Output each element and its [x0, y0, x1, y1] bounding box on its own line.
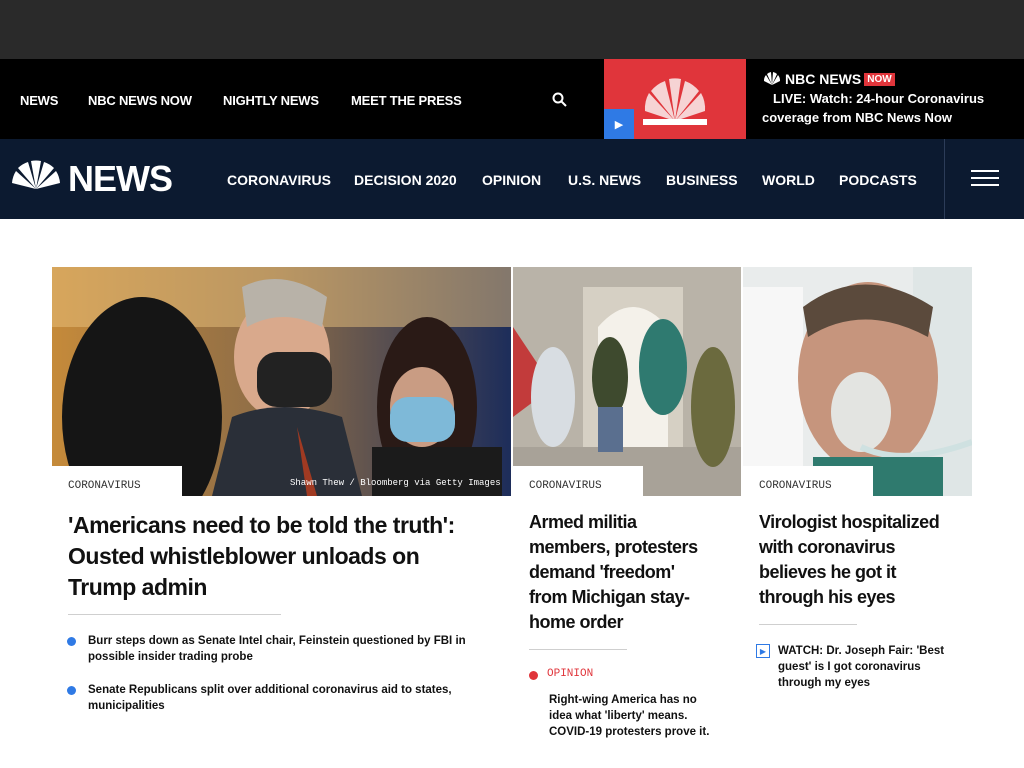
- opinion-tag[interactable]: OPINION: [547, 668, 593, 680]
- second-headline-line2[interactable]: members, protesters: [529, 535, 729, 560]
- third-related-line1[interactable]: WATCH: Dr. Joseph Fair: 'Best: [778, 643, 958, 659]
- second-story-category-tag[interactable]: CORONAVIRUS: [513, 466, 643, 496]
- live-stream-promo[interactable]: NBC NEWS NOW LIVE: Watch: 24-hour Corona…: [762, 71, 1012, 127]
- third-headline-line2[interactable]: with coronavirus: [759, 535, 969, 560]
- lead-headline-line2[interactable]: Ousted whistleblower unloads on: [68, 541, 488, 572]
- subnav-nightly-news-link[interactable]: NIGHTLY NEWS: [223, 93, 319, 108]
- menu-icon[interactable]: [971, 164, 999, 192]
- related-bullet-icon: [67, 637, 76, 646]
- second-related-line3[interactable]: COVID-19 protesters prove it.: [549, 724, 739, 740]
- lead-story-headline[interactable]: 'Americans need to be told the truth': O…: [68, 510, 488, 603]
- peacock-logo-icon: [10, 158, 62, 200]
- nav-opinion[interactable]: OPINION: [482, 172, 541, 188]
- third-related-item[interactable]: WATCH: Dr. Joseph Fair: 'Best guest' is …: [778, 643, 958, 691]
- opinion-bullet-icon: [529, 671, 538, 680]
- nav-podcasts[interactable]: PODCASTS: [839, 172, 917, 188]
- nbc-news-logo[interactable]: NEWS: [10, 158, 173, 199]
- second-related-line2[interactable]: idea what 'liberty' means.: [549, 708, 739, 724]
- third-headline-line1[interactable]: Virologist hospitalized: [759, 510, 969, 535]
- lead-divider: [68, 614, 281, 615]
- second-related-item[interactable]: Right-wing America has no idea what 'lib…: [549, 692, 739, 740]
- lead-headline-line3[interactable]: Trump admin: [68, 572, 488, 603]
- third-related-line3[interactable]: through my eyes: [778, 675, 958, 691]
- second-story-headline[interactable]: Armed militia members, protesters demand…: [529, 510, 729, 635]
- subnav-news-link[interactable]: NEWS: [20, 93, 58, 108]
- nbc-news-brand: NBC NEWS: [785, 71, 862, 87]
- video-play-icon[interactable]: ▶: [756, 644, 770, 658]
- third-divider: [759, 624, 857, 625]
- related-2-line1[interactable]: Senate Republicans split over additional…: [88, 682, 498, 698]
- third-story-headline[interactable]: Virologist hospitalized with coronavirus…: [759, 510, 969, 610]
- search-icon[interactable]: [552, 92, 567, 107]
- second-headline-line4[interactable]: from Michigan stay-: [529, 585, 729, 610]
- third-story-category-tag[interactable]: CORONAVIRUS: [743, 466, 873, 496]
- lead-photo-credit: Shawn Thew / Bloomberg via Getty Images: [290, 478, 501, 488]
- third-headline-line4[interactable]: through his eyes: [759, 585, 969, 610]
- nav-world[interactable]: WORLD: [762, 172, 815, 188]
- second-story-image[interactable]: [513, 267, 741, 496]
- browser-top-bar: [0, 0, 1024, 59]
- third-story-image[interactable]: [743, 267, 972, 496]
- second-headline-line5[interactable]: home order: [529, 610, 729, 635]
- second-headline-line1[interactable]: Armed militia: [529, 510, 729, 535]
- nav-us-news[interactable]: U.S. NEWS: [568, 172, 641, 188]
- third-related-line2[interactable]: guest' is I got coronavirus: [778, 659, 958, 675]
- lead-story-image[interactable]: [52, 267, 511, 496]
- live-headline-line2[interactable]: coverage from NBC News Now: [762, 108, 1012, 127]
- logo-wordmark: NEWS: [68, 158, 173, 199]
- lead-story-category-tag[interactable]: CORONAVIRUS: [52, 466, 182, 496]
- related-2-line2[interactable]: municipalities: [88, 698, 498, 714]
- lead-headline-line1[interactable]: 'Americans need to be told the truth':: [68, 510, 488, 541]
- subnav-meet-the-press-link[interactable]: MEET THE PRESS: [351, 93, 462, 108]
- peacock-icon: [762, 72, 782, 86]
- related-1-line2[interactable]: possible insider trading probe: [88, 649, 498, 665]
- nav-decision-2020[interactable]: DECISION 2020: [354, 172, 457, 188]
- related-bullet-icon: [67, 686, 76, 695]
- play-button[interactable]: ▶: [604, 109, 634, 139]
- lead-related-item-1[interactable]: Burr steps down as Senate Intel chair, F…: [88, 633, 498, 665]
- now-tag: NOW: [864, 72, 895, 86]
- nav-business[interactable]: BUSINESS: [666, 172, 738, 188]
- nav-divider: [944, 139, 945, 219]
- live-headline-line1[interactable]: LIVE: Watch: 24-hour Coronavirus: [762, 89, 1012, 108]
- second-related-line1[interactable]: Right-wing America has no: [549, 692, 739, 708]
- nbc-news-now-badge: NBC NEWS NOW: [762, 71, 1012, 87]
- related-1-line1[interactable]: Burr steps down as Senate Intel chair, F…: [88, 633, 498, 649]
- third-headline-line3[interactable]: believes he got it: [759, 560, 969, 585]
- second-divider: [529, 649, 627, 650]
- play-icon: ▶: [614, 118, 624, 131]
- second-headline-line3[interactable]: demand 'freedom': [529, 560, 729, 585]
- lead-related-item-2[interactable]: Senate Republicans split over additional…: [88, 682, 498, 714]
- subnav-nbc-news-now-link[interactable]: NBC NEWS NOW: [88, 93, 192, 108]
- nav-coronavirus[interactable]: CORONAVIRUS: [227, 172, 331, 188]
